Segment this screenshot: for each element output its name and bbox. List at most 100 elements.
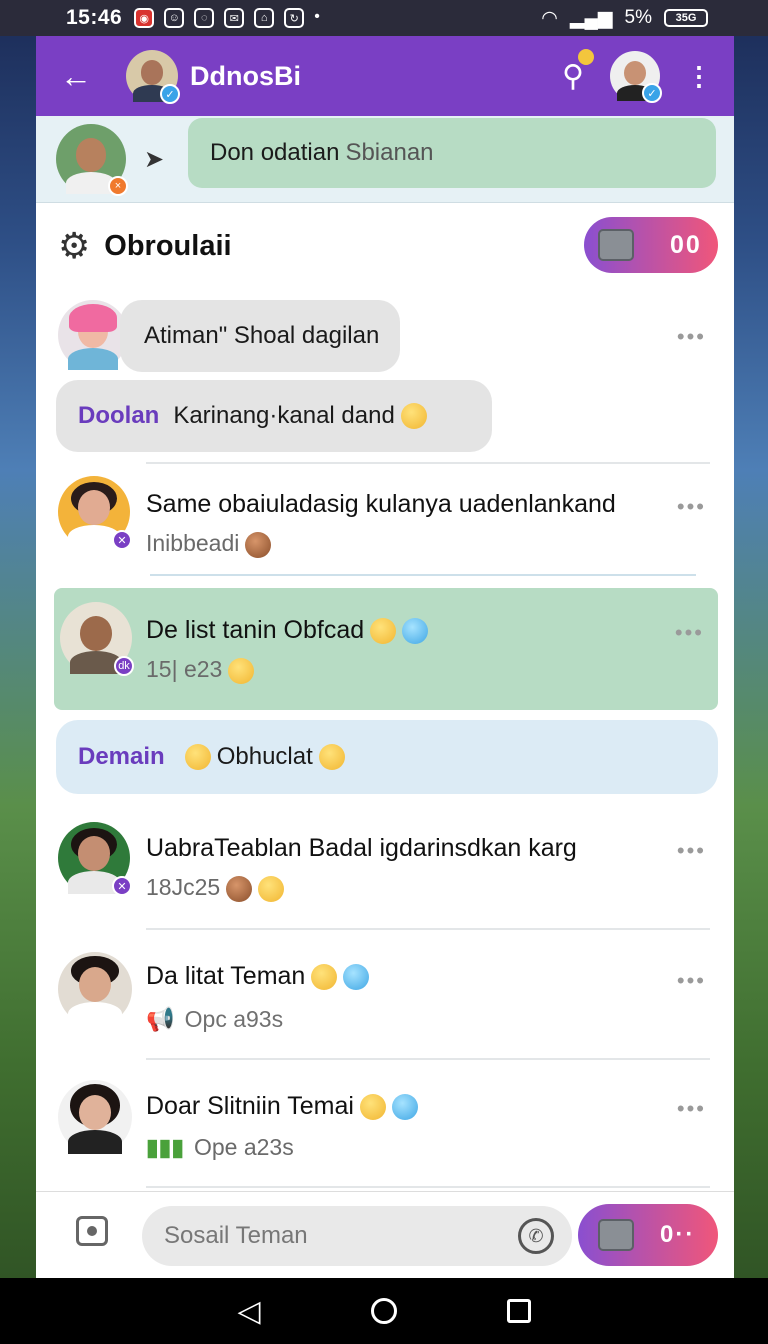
divider [146, 928, 710, 930]
chat-list-item[interactable]: Da litat Teman 📢 Opc a93s ••• [36, 940, 734, 1056]
reward-pill-button[interactable]: 0·· [578, 1204, 718, 1266]
contact-avatar[interactable]: ✓ [126, 50, 180, 104]
home-icon: ⌂ [254, 8, 275, 28]
chat-icon: ◌ [194, 8, 215, 28]
chat-list-item[interactable]: ✕ Same obaiuladasig kulanya uadenlankand… [36, 472, 734, 582]
chat-subtitle: ▮▮▮ Ope a23s [146, 1134, 294, 1160]
chat-avatar: ✕ [58, 476, 132, 550]
pinned-message[interactable]: × ➤ Don odatian Sbianan [36, 116, 734, 203]
chat-avatar [58, 952, 132, 1026]
divider [150, 574, 696, 576]
camera-icon[interactable] [76, 1216, 108, 1246]
mail-icon: ✉ [224, 8, 245, 28]
search-icon[interactable]: ⚲ [562, 48, 594, 94]
profile-avatar[interactable]: ✓ [610, 51, 662, 103]
chat-subtitle: Inibbeadi [146, 530, 272, 558]
cool-emoji-icon [370, 618, 397, 645]
smile-emoji-icon [400, 403, 427, 429]
chat-list-item-highlighted[interactable]: dk De list tanin Obfcad 15| e23 ••• [54, 588, 718, 710]
sender-label: Doolan [78, 402, 160, 429]
chat-subtitle: 18Jc25 [146, 874, 285, 902]
more-options-icon[interactable]: ••• [677, 324, 706, 350]
chat-panel: ← ✓ DdnosBi ⚲ ✓ ⋮ × ➤ Don odatian Sbiana… [36, 36, 734, 1278]
group-badge-icon: dk [114, 656, 134, 676]
nav-home-icon[interactable] [370, 1298, 397, 1324]
face-emoji-icon [226, 875, 253, 902]
smile-emoji-icon [184, 744, 211, 770]
pinned-avatar: × [56, 124, 128, 196]
grin-emoji-icon [359, 1094, 386, 1121]
nav-recent-apps-icon[interactable] [506, 1299, 531, 1323]
back-arrow-icon[interactable]: ← [60, 58, 92, 95]
gear-icon[interactable]: ⚙ [58, 225, 90, 267]
system-nav-bar: ◁ [0, 1278, 768, 1344]
more-menu-icon[interactable]: ⋮ [686, 61, 712, 92]
battery-percent: 5% [624, 7, 652, 28]
chat-list-item[interactable]: ✕ UabraTeablan Badal igdarinsdkan karg 1… [36, 812, 734, 922]
more-options-icon[interactable]: ••• [677, 1096, 706, 1122]
send-icon: ➤ [144, 145, 165, 173]
reward-count: 00 [670, 230, 702, 259]
face-emoji-icon [245, 531, 272, 558]
group-badge-icon: ✕ [112, 876, 132, 896]
status-right: ◠ ▂▄▆ 5% 35G [541, 0, 708, 36]
message-bubble[interactable]: Demain Obhuclat [56, 720, 718, 794]
messenger-icon: ☺ [164, 8, 185, 28]
more-notifications-icon: • [314, 8, 320, 25]
message-bubble[interactable]: Doolan Karinang·kanal dand [56, 380, 492, 452]
group-badge-icon: ✕ [112, 530, 132, 550]
status-bar: 15:46 ◉ ☺ ◌ ✉ ⌂ ↻ • ◠ ▂▄▆ 5% 35G [0, 0, 768, 36]
download-emoji-icon [402, 618, 429, 645]
nav-back-icon[interactable]: ◁ [237, 1294, 260, 1329]
chest-icon [598, 229, 634, 261]
chat-title: De list tanin Obfcad [146, 616, 429, 645]
verified-badge-icon: ✓ [642, 83, 662, 103]
chest-icon [598, 1219, 634, 1251]
smile-emoji-icon [318, 744, 345, 770]
chat-avatar [58, 1080, 132, 1154]
download-emoji-icon [391, 1094, 418, 1121]
more-options-icon[interactable]: ••• [677, 838, 706, 864]
message-input[interactable] [142, 1206, 572, 1266]
sender-label: Demain [78, 743, 165, 770]
sender-avatar[interactable] [58, 300, 128, 370]
chat-title: Da litat Teman [146, 962, 370, 991]
app-header: ← ✓ DdnosBi ⚲ ✓ ⋮ [36, 36, 734, 116]
chat-list-item[interactable]: Doar Slitniin Temai ▮▮▮ Ope a23s ••• [36, 1070, 734, 1186]
divider [146, 462, 710, 464]
composer-bar: ✆ 0·· [36, 1191, 734, 1278]
download-emoji-icon [343, 964, 370, 991]
header-actions: ⚲ ✓ ⋮ [562, 36, 712, 116]
verified-badge-icon: ✓ [160, 84, 180, 104]
cool-emoji-icon [311, 964, 338, 991]
chat-title: DdnosBi [190, 60, 301, 91]
phone-call-icon[interactable]: ✆ [518, 1218, 554, 1254]
hug-emoji-icon [228, 657, 255, 684]
chat-title: UabraTeablan Badal igdarinsdkan karg [146, 834, 577, 862]
more-options-icon[interactable]: ••• [677, 494, 706, 520]
status-badge-icon: × [108, 176, 128, 196]
chat-title: Same obaiuladasig kulanya uadenlankand [146, 490, 616, 518]
divider [146, 1186, 710, 1188]
more-options-icon[interactable]: ••• [677, 968, 706, 994]
pinned-text: Don odatian [210, 139, 340, 166]
message-bubble[interactable]: Atiman" Shoal dagilan [120, 300, 400, 372]
wifi-icon: ◠ [541, 7, 558, 29]
chat-title: Doar Slitniin Temai [146, 1092, 418, 1121]
reward-pill-button[interactable]: 00 [584, 217, 718, 273]
app-notification-icon: ◉ [134, 8, 155, 28]
grin-emoji-icon [258, 875, 285, 902]
message-text: Karinang·kanal dand [173, 402, 395, 429]
pinned-bubble[interactable]: Don odatian Sbianan [188, 118, 716, 188]
pill-count: 0·· [660, 1221, 696, 1248]
status-time: 15:46 [66, 6, 123, 29]
pinned-muted-text: Sbianan [345, 139, 434, 166]
group-title: Obroulaii [104, 229, 232, 262]
notification-icons: ◉ ☺ ◌ ✉ ⌂ ↻ • [134, 8, 320, 28]
sync-icon: ↻ [284, 8, 305, 28]
chart-icon: ▮▮▮ [146, 1134, 184, 1160]
chat-subtitle: 15| e23 [146, 656, 255, 684]
battery-icon: 35G [664, 9, 708, 27]
more-options-icon[interactable]: ••• [675, 620, 704, 646]
signal-icon: ▂▄▆ [569, 7, 613, 29]
